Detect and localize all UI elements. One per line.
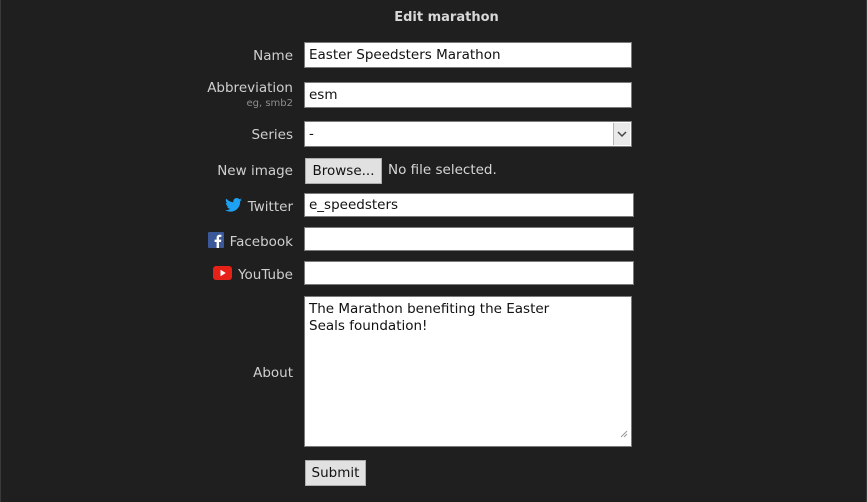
- name-label: Name: [253, 48, 293, 64]
- abbreviation-input[interactable]: esm: [304, 82, 632, 108]
- facebook-icon: [207, 232, 224, 252]
- file-status: No file selected.: [388, 162, 497, 178]
- about-label: About: [253, 365, 293, 381]
- facebook-label-group: Facebook: [207, 232, 293, 252]
- youtube-input[interactable]: [304, 261, 634, 285]
- youtube-icon: [213, 266, 233, 284]
- facebook-label: Facebook: [229, 234, 293, 250]
- twitter-input[interactable]: e_speedsters: [304, 193, 634, 217]
- series-label: Series: [251, 127, 293, 143]
- abbreviation-hint: eg, smb2: [246, 98, 293, 109]
- series-select[interactable]: -: [304, 121, 632, 147]
- abbreviation-label: Abbreviation: [207, 80, 293, 96]
- page-title: Edit marathon: [394, 10, 499, 25]
- about-textarea[interactable]: The Marathon benefiting the Easter Seals…: [304, 296, 632, 447]
- youtube-label-group: YouTube: [213, 266, 293, 284]
- chevron-down-icon[interactable]: [613, 123, 630, 145]
- facebook-input[interactable]: [304, 227, 634, 251]
- twitter-icon: [224, 198, 242, 216]
- browse-button[interactable]: Browse...: [305, 158, 382, 184]
- twitter-label-group: Twitter: [224, 198, 293, 216]
- name-input[interactable]: Easter Speedsters Marathon: [304, 42, 632, 68]
- resize-grip-icon[interactable]: [620, 426, 628, 443]
- submit-button[interactable]: Submit: [305, 460, 366, 486]
- twitter-label: Twitter: [247, 199, 293, 215]
- about-text: The Marathon benefiting the Easter Seals…: [309, 301, 550, 334]
- youtube-label: YouTube: [238, 267, 293, 283]
- series-selected-value: -: [309, 126, 314, 142]
- page-frame: Edit marathon Name Easter Speedsters Mar…: [0, 0, 867, 502]
- new-image-label: New image: [217, 163, 293, 179]
